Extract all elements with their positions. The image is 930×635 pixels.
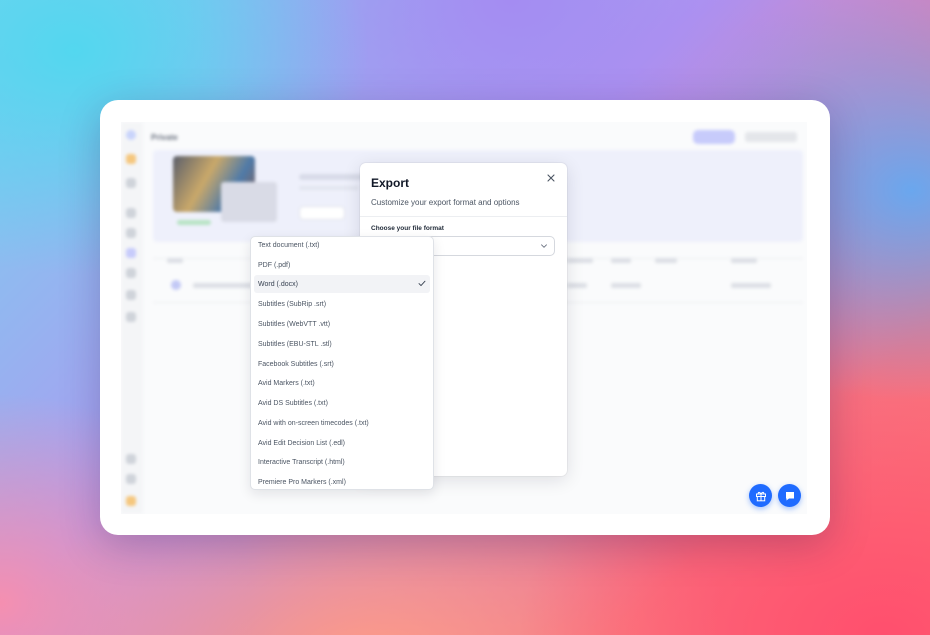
logo-icon bbox=[126, 130, 136, 140]
user-avatar-icon bbox=[126, 496, 136, 506]
close-button[interactable] bbox=[545, 172, 557, 184]
table-row-cell bbox=[567, 283, 587, 288]
app-window: Private Export Customize your export for… bbox=[100, 100, 830, 535]
nav-icon bbox=[126, 290, 136, 300]
upload-button bbox=[693, 130, 735, 144]
option-label: Facebook Subtitles (.srt) bbox=[258, 360, 334, 368]
nav-icon bbox=[126, 474, 136, 484]
banner-badge bbox=[177, 220, 211, 225]
app-viewport: Private Export Customize your export for… bbox=[121, 122, 807, 514]
nav-icon bbox=[126, 228, 136, 238]
option-label: Subtitles (WebVTT .vtt) bbox=[258, 320, 331, 328]
modal-header: Export Customize your export format and … bbox=[360, 163, 567, 217]
option-label: Interactive Transcript (.html) bbox=[258, 458, 345, 466]
gift-icon bbox=[755, 491, 766, 501]
format-option-facebook-srt[interactable]: Facebook Subtitles (.srt) bbox=[254, 355, 430, 373]
format-option-pdf[interactable]: PDF (.pdf) bbox=[254, 256, 430, 274]
table-row-cell bbox=[731, 283, 771, 288]
chat-button[interactable] bbox=[778, 484, 801, 507]
format-dropdown-list[interactable]: Text document (.txt) PDF (.pdf) Word (.d… bbox=[250, 236, 434, 490]
nav-icon bbox=[126, 454, 136, 464]
table-header-cell bbox=[611, 258, 631, 263]
gift-button[interactable] bbox=[749, 484, 772, 507]
format-option-html[interactable]: Interactive Transcript (.html) bbox=[254, 453, 430, 471]
option-label: Premiere Pro Markers (.xml) bbox=[258, 478, 346, 486]
format-option-avid-timecodes[interactable]: Avid with on-screen timecodes (.txt) bbox=[254, 414, 430, 432]
format-option-txt[interactable]: Text document (.txt) bbox=[254, 237, 430, 254]
table-header-cell bbox=[567, 258, 593, 263]
secondary-button bbox=[745, 132, 797, 142]
modal-subtitle: Customize your export format and options bbox=[371, 198, 520, 207]
option-label: Avid Markers (.txt) bbox=[258, 379, 315, 387]
nav-icon bbox=[126, 178, 136, 188]
option-label: Word (.docx) bbox=[258, 280, 298, 288]
format-option-vtt[interactable]: Subtitles (WebVTT .vtt) bbox=[254, 315, 430, 333]
format-option-stl[interactable]: Subtitles (EBU-STL .stl) bbox=[254, 335, 430, 353]
format-option-srt[interactable]: Subtitles (SubRip .srt) bbox=[254, 295, 430, 313]
format-label: Choose your file format bbox=[371, 225, 444, 232]
option-label: Subtitles (SubRip .srt) bbox=[258, 300, 327, 308]
page-title: Private bbox=[151, 133, 178, 142]
option-label: Avid with on-screen timecodes (.txt) bbox=[258, 419, 369, 427]
banner-text bbox=[299, 186, 359, 190]
close-icon bbox=[547, 174, 555, 182]
option-label: Text document (.txt) bbox=[258, 241, 320, 249]
nav-icon bbox=[126, 268, 136, 278]
option-label: PDF (.pdf) bbox=[258, 261, 291, 269]
format-option-avid-ds[interactable]: Avid DS Subtitles (.txt) bbox=[254, 394, 430, 412]
sidebar bbox=[121, 122, 143, 514]
option-label: Subtitles (EBU-STL .stl) bbox=[258, 340, 332, 348]
format-option-avid-markers[interactable]: Avid Markers (.txt) bbox=[254, 374, 430, 392]
nav-icon bbox=[126, 248, 136, 258]
banner-thumbnail-secondary bbox=[221, 182, 277, 222]
modal-title: Export bbox=[371, 176, 410, 190]
banner-heading bbox=[299, 174, 369, 180]
workspace-icon bbox=[126, 154, 136, 164]
file-avatar bbox=[171, 280, 181, 290]
format-option-premiere-xml[interactable]: Premiere Pro Markers (.xml) bbox=[254, 473, 430, 489]
nav-icon bbox=[126, 208, 136, 218]
table-header-cell bbox=[167, 258, 183, 263]
chat-icon bbox=[785, 491, 794, 500]
table-header-cell bbox=[731, 258, 757, 263]
nav-icon bbox=[126, 312, 136, 322]
option-label: Avid Edit Decision List (.edl) bbox=[258, 439, 346, 447]
option-label: Avid DS Subtitles (.txt) bbox=[258, 399, 328, 407]
table-header-cell bbox=[655, 258, 677, 263]
table-row-cell bbox=[611, 283, 641, 288]
chevron-down-icon bbox=[540, 243, 548, 249]
format-option-edl[interactable]: Avid Edit Decision List (.edl) bbox=[254, 434, 430, 452]
banner-button bbox=[299, 206, 345, 220]
check-icon bbox=[418, 280, 426, 287]
format-option-docx[interactable]: Word (.docx) bbox=[254, 275, 430, 293]
